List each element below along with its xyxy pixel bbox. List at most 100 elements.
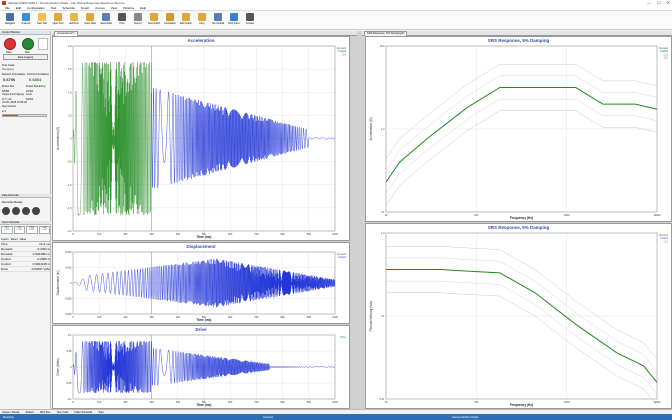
record-icon[interactable] xyxy=(22,207,30,215)
edit-graph-icon xyxy=(182,13,190,21)
cursor-tab[interactable]: Cursor xyxy=(1,238,9,241)
acceleration-x-tick-label: 700 xyxy=(254,233,259,236)
menu-graph[interactable]: Graph xyxy=(81,6,89,10)
toolbar-edit-test-button[interactable]: Edit Test xyxy=(67,12,81,29)
menu-edit[interactable]: Edit xyxy=(16,6,21,10)
displacement-y-tick-label: 0.004 xyxy=(65,251,72,254)
menu-configuration[interactable]: Configuration xyxy=(27,6,45,10)
analysis-icon xyxy=(22,13,30,21)
displacement-y-axis-label: Displacement (in) xyxy=(56,271,60,296)
menu-help[interactable]: Help xyxy=(140,6,146,10)
acceleration-x-tick-label: 800 xyxy=(281,233,286,236)
close-button[interactable]: ✕ xyxy=(667,0,670,5)
toolbar-help-index-button[interactable]: Help Index xyxy=(227,12,241,29)
maximize-button[interactable]: ☐ xyxy=(657,0,661,5)
edit-test-icon xyxy=(70,13,78,21)
record-stop-icon[interactable] xyxy=(2,207,10,215)
toolbar-contact-button[interactable]: Contact xyxy=(243,12,257,29)
displacement-x-axis-label: Time (ms) xyxy=(197,318,212,322)
navigator-icon xyxy=(6,13,14,21)
drive-x-axis-label: Time (ms) xyxy=(197,403,212,407)
displacement-x-tick-label: 100 xyxy=(97,316,102,319)
acceleration-x-axis-label: Time (ms) xyxy=(197,235,212,239)
channel-meter: Ch4 0.381 xyxy=(38,226,50,234)
srs-acceleration-legend-entry: Ch2 xyxy=(664,57,669,60)
drive-y-axis-label: Drive (Volts) xyxy=(56,358,60,375)
toolbar-navigator-button[interactable]: Navigator xyxy=(3,12,17,29)
record-pause-icon[interactable] xyxy=(12,207,20,215)
record-reset-icon[interactable] xyxy=(32,207,40,215)
srs-acceleration-x-tick-label: 100 xyxy=(474,214,479,217)
toolbar-tile-vertical-button[interactable]: Tile Vertical xyxy=(211,12,225,29)
drive-legend-entry: Drive xyxy=(340,336,346,339)
acceleration-y-tick-label: 0 xyxy=(70,138,72,141)
toolbar-print-button[interactable]: Print xyxy=(115,12,129,29)
control-panel-header: Control Buttons xyxy=(0,31,50,35)
toolbar-new-test-button[interactable]: New Test xyxy=(35,12,49,29)
run-state: Running xyxy=(3,415,14,419)
toolbar-label: Annotation xyxy=(164,22,176,25)
toolbar-open-test-button[interactable]: Open Test xyxy=(51,12,65,29)
readout-label: Control xyxy=(1,257,11,261)
toolbar-edit-graph-button[interactable]: Edit Graph xyxy=(179,12,193,29)
srs-velocity-legend-entry: Ch1 xyxy=(664,240,669,243)
toolbar-label: Help Index xyxy=(228,22,240,25)
data-logging-button[interactable]: Data Logging xyxy=(3,54,48,60)
menu-test[interactable]: Test xyxy=(51,6,57,10)
srs-acceleration-y-tick-label: 0.1 xyxy=(381,211,385,214)
menu-window[interactable]: Window xyxy=(123,6,134,10)
timestamp: Jul 26, 2025 10:05:32 xyxy=(2,101,27,104)
channel-value: 0.381 xyxy=(41,229,47,231)
app-logo-icon xyxy=(2,1,6,5)
displacement-x-tick-label: 200 xyxy=(123,316,128,319)
minimize-button[interactable]: — xyxy=(647,0,651,5)
drive-x-tick-label: 700 xyxy=(254,401,259,404)
menu-curves[interactable]: Curves xyxy=(95,6,105,10)
tile-vertical-icon xyxy=(214,13,222,21)
srs-acceleration-x-tick-label: 1000 xyxy=(564,214,570,217)
acceleration-chart[interactable]: Acceleration 0 100 200 300 400 500 600 700 800 90… xyxy=(52,36,350,241)
step-value: 1/1 xyxy=(2,109,6,113)
value-tab[interactable]: Value xyxy=(20,238,26,241)
srs-acceleration-chart[interactable]: SRS Response, 5% Damping 10 100 1000 10000 1… xyxy=(365,36,672,222)
run-button[interactable] xyxy=(22,38,34,50)
channel-value: 0.658 xyxy=(4,229,10,231)
toolbar-analysis-button[interactable]: Analysis xyxy=(19,12,33,29)
window-controls: — ☐ ✕ xyxy=(647,0,670,5)
toolbar-copy-button[interactable]: Copy xyxy=(195,12,209,29)
toolbar-label: New Graph xyxy=(147,22,161,25)
srs-acceleration-x-tick-label: 10000 xyxy=(654,214,662,217)
demand-label: Demand (Cumulative) xyxy=(2,73,26,76)
stop-button[interactable] xyxy=(4,38,16,50)
drive-y-tick-label: 0.1 xyxy=(68,334,72,337)
toolbar-annotation-button[interactable]: Annotation xyxy=(163,12,177,29)
displacement-chart[interactable]: Displacement 0 100 200 300 400 500 600 700 800 90… xyxy=(52,242,350,324)
reset-tab[interactable]: Reset xyxy=(11,238,18,241)
displacement-x-tick-label: 900 xyxy=(307,316,312,319)
menu-view[interactable]: View xyxy=(111,6,117,10)
toolbar-report-button[interactable]: Report xyxy=(131,12,145,29)
recorder-controls xyxy=(2,207,40,215)
drive-y-tick-label: -0.1 xyxy=(67,398,72,401)
mode-state: Normal xyxy=(263,415,273,419)
acceleration-y-axis-label: Acceleration (G) xyxy=(56,127,60,150)
channel-value: 0.524 xyxy=(16,229,22,231)
srs-velocity-y-tick-label: 0.1 xyxy=(381,315,385,318)
toolbar-open-data-button[interactable]: Open Data xyxy=(83,12,97,29)
acceleration-y-tick-label: -1.0 xyxy=(67,184,72,187)
srs-velocity-x-tick-label: 1000 xyxy=(564,401,570,404)
drive-chart[interactable]: Drive 0 100 200 300 400 500 600 700 800 900 1000 0.… xyxy=(52,325,350,409)
displacement-x-tick-label: 700 xyxy=(254,316,259,319)
toolbar-save-data-button[interactable]: Save Data xyxy=(99,12,113,29)
pulses-remaining-label: Pulses Remaining xyxy=(26,85,46,88)
test-progress-fill xyxy=(3,115,19,116)
toolbar-label: Open Test xyxy=(52,22,64,25)
toolbar-new-graph-button[interactable]: New Graph xyxy=(147,12,161,29)
srs-velocity-chart[interactable]: SRS Response, 5% Damping 10 100 1000 10000 1… xyxy=(365,223,672,409)
displacement-y-tick-label: -0.002 xyxy=(64,298,72,301)
control-panel: Control Buttons Stop Run Data Logging Te… xyxy=(0,31,51,409)
step-label: Step Number xyxy=(2,105,17,108)
displacement-x-tick-label: 600 xyxy=(228,316,233,319)
menu-schedule[interactable]: Schedule xyxy=(62,6,75,10)
menu-file[interactable]: File xyxy=(5,6,10,10)
